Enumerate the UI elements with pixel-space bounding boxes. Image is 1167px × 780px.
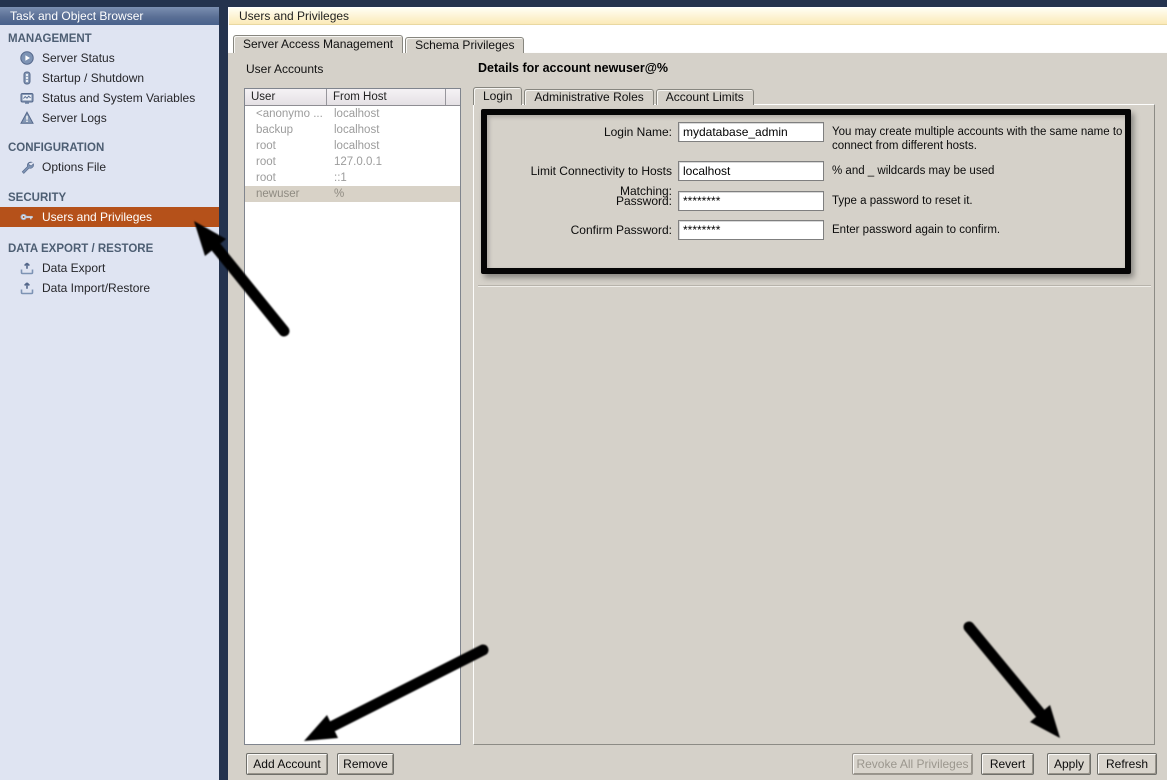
revoke-all-privileges-button[interactable]: Revoke All Privileges xyxy=(852,753,973,775)
table-row[interactable]: backup localhost xyxy=(245,122,460,138)
sidebar-item-server-logs[interactable]: Server Logs xyxy=(0,108,219,128)
traffic-light-icon xyxy=(20,71,34,85)
sidebar-item-data-import-restore[interactable]: Data Import/Restore xyxy=(0,278,219,298)
section-configuration: CONFIGURATION xyxy=(8,142,219,154)
tab-server-access-management[interactable]: Server Access Management xyxy=(233,35,403,53)
cell-host: localhost xyxy=(327,122,446,138)
column-header-from-host[interactable]: From Host xyxy=(327,89,446,105)
cell-user: newuser xyxy=(245,186,327,202)
sidebar-item-label: Data Export xyxy=(42,261,105,275)
revert-button[interactable]: Revert xyxy=(981,753,1034,775)
form-row-password: Password: Type a password to reset it. xyxy=(478,191,1132,211)
sidebar-content-divider xyxy=(219,0,228,780)
tab-administrative-roles[interactable]: Administrative Roles xyxy=(524,89,653,105)
tab-login[interactable]: Login xyxy=(473,87,522,105)
table-row-selected[interactable]: newuser % xyxy=(245,186,460,202)
section-management: MANAGEMENT xyxy=(8,33,219,45)
confirm-password-label: Confirm Password: xyxy=(478,220,678,240)
confirm-password-help: Enter password again to confirm. xyxy=(832,220,1132,237)
sidebar-item-label: Server Status xyxy=(42,51,115,65)
section-data-export-restore: DATA EXPORT / RESTORE xyxy=(8,243,219,255)
remove-button[interactable]: Remove xyxy=(337,753,394,775)
limit-hosts-input[interactable] xyxy=(678,161,824,181)
cell-host: localhost xyxy=(327,106,446,122)
tab-schema-privileges[interactable]: Schema Privileges xyxy=(405,37,524,53)
login-name-label: Login Name: xyxy=(478,122,678,142)
key-icon xyxy=(20,210,34,224)
export-icon xyxy=(20,261,34,275)
main-tab-strip: Server Access Management Schema Privileg… xyxy=(233,35,526,53)
monitor-icon xyxy=(20,91,34,105)
list-header: User From Host xyxy=(245,89,460,106)
page-title: Users and Privileges xyxy=(229,8,1167,25)
column-header-stub xyxy=(446,89,460,105)
warning-icon xyxy=(20,111,34,125)
form-row-login-name: Login Name: You may create multiple acco… xyxy=(478,122,1132,153)
section-security: SECURITY xyxy=(8,192,219,204)
column-header-user[interactable]: User xyxy=(245,89,327,105)
password-label: Password: xyxy=(478,191,678,211)
sidebar-item-options-file[interactable]: Options File xyxy=(0,157,219,177)
sidebar-item-data-export[interactable]: Data Export xyxy=(0,258,219,278)
sidebar-title: Task and Object Browser xyxy=(0,7,219,25)
mysql-administrator-window: Task and Object Browser MANAGEMENT Serve… xyxy=(0,0,1167,780)
server-status-icon xyxy=(20,51,34,65)
sidebar-item-label: Startup / Shutdown xyxy=(42,71,144,85)
limit-hosts-help: % and _ wildcards may be used xyxy=(832,161,1132,178)
cell-host: ::1 xyxy=(327,170,446,186)
sidebar-item-users-and-privileges[interactable]: Users and Privileges xyxy=(0,207,219,227)
login-tab-panel: Login Name: You may create multiple acco… xyxy=(473,104,1155,745)
refresh-button[interactable]: Refresh xyxy=(1097,753,1157,775)
cell-host: localhost xyxy=(327,138,446,154)
password-help: Type a password to reset it. xyxy=(832,191,1132,208)
wrench-icon xyxy=(20,160,34,174)
cell-user: root xyxy=(245,154,327,170)
table-row[interactable]: root localhost xyxy=(245,138,460,154)
table-row[interactable]: root 127.0.0.1 xyxy=(245,154,460,170)
user-accounts-list: User From Host <anonymo ... localhost ba… xyxy=(244,88,461,745)
user-accounts-label: User Accounts xyxy=(246,62,323,76)
form-row-confirm-password: Confirm Password: Enter password again t… xyxy=(478,220,1132,240)
sidebar: Task and Object Browser MANAGEMENT Serve… xyxy=(0,7,219,780)
sidebar-item-label: Status and System Variables xyxy=(42,91,195,105)
add-account-button[interactable]: Add Account xyxy=(246,753,328,775)
cell-host: % xyxy=(327,186,446,202)
login-name-input[interactable] xyxy=(678,122,824,142)
cell-host: 127.0.0.1 xyxy=(327,154,446,170)
top-strip xyxy=(0,0,1167,7)
confirm-password-input[interactable] xyxy=(678,220,824,240)
details-title: Details for account newuser@% xyxy=(478,61,668,75)
cell-user: backup xyxy=(245,122,327,138)
form-separator xyxy=(478,285,1151,287)
sidebar-item-label: Users and Privileges xyxy=(42,210,152,224)
table-row[interactable]: <anonymo ... localhost xyxy=(245,106,460,122)
sidebar-item-label: Options File xyxy=(42,160,106,174)
apply-button[interactable]: Apply xyxy=(1047,753,1091,775)
cell-user: root xyxy=(245,138,327,154)
details-tab-strip: Login Administrative Roles Account Limit… xyxy=(473,87,756,105)
import-icon xyxy=(20,281,34,295)
tab-account-limits[interactable]: Account Limits xyxy=(656,89,754,105)
password-input[interactable] xyxy=(678,191,824,211)
sidebar-item-label: Data Import/Restore xyxy=(42,281,150,295)
cell-user: root xyxy=(245,170,327,186)
cell-user: <anonymo ... xyxy=(245,106,327,122)
sidebar-item-server-status[interactable]: Server Status xyxy=(0,48,219,68)
login-name-help: You may create multiple accounts with th… xyxy=(832,122,1132,153)
sidebar-item-startup-shutdown[interactable]: Startup / Shutdown xyxy=(0,68,219,88)
sidebar-item-label: Server Logs xyxy=(42,111,107,125)
sidebar-item-status-system-variables[interactable]: Status and System Variables xyxy=(0,88,219,108)
table-row[interactable]: root ::1 xyxy=(245,170,460,186)
